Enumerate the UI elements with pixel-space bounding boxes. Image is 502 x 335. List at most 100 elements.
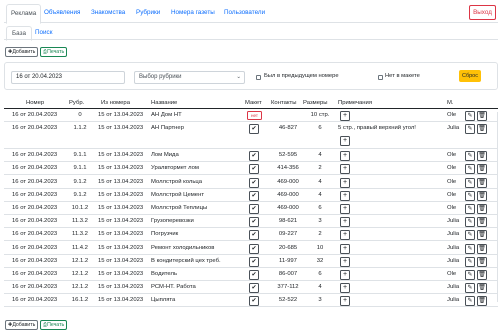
cell-name: Погрузчик [151, 231, 179, 238]
layout-checkbox[interactable]: ✔ [249, 230, 259, 241]
edit-icon[interactable]: ✎ [465, 283, 475, 294]
cell-contacts [272, 109, 304, 122]
add-button-top[interactable]: ✚Добавить [5, 47, 39, 57]
edit-icon[interactable]: ✎ [465, 190, 475, 201]
trash-icon[interactable]: 🗑 [477, 230, 487, 241]
trash-icon[interactable]: 🗑 [477, 243, 487, 254]
add-note-button[interactable]: + [340, 204, 350, 214]
add-note-button[interactable]: + [340, 230, 350, 241]
edit-icon[interactable]: ✎ [465, 270, 475, 280]
add-note-button[interactable]: + [340, 296, 350, 307]
table-row: 16 от 20.04.2023 9.1.2 15 от 13.04.2023 Мол… [4, 189, 498, 202]
add-note-button[interactable]: + [340, 164, 350, 175]
edit-icon[interactable]: ✎ [465, 256, 475, 267]
layout-checkbox[interactable]: ✔ [249, 151, 259, 162]
cell-from-issue: 15 от 13.04.2023 [98, 297, 144, 304]
layout-checkbox[interactable]: ✔ [249, 243, 259, 254]
no-layout-checkbox[interactable] [378, 75, 383, 80]
layout-checkbox[interactable]: ✔ [249, 164, 259, 175]
layout-checkbox[interactable]: ✔ [249, 204, 259, 214]
issue-filter-input[interactable]: 16 от 20.04.2023 [11, 71, 125, 84]
edit-icon[interactable]: ✎ [465, 217, 475, 228]
trash-icon[interactable]: 🗑 [477, 217, 487, 228]
tab-announcements[interactable]: Объявления [40, 4, 84, 23]
cell-from-issue: 15 от 13.04.2023 [98, 231, 144, 238]
add-note-button[interactable]: + [340, 151, 350, 162]
cell-name: Цыплята [151, 297, 176, 304]
edit-icon[interactable]: ✎ [465, 230, 475, 241]
prev-issue-checkbox[interactable] [256, 75, 261, 80]
layout-checkbox[interactable]: ✔ [249, 283, 259, 294]
prev-issue-label: Был в предыдущем номере [264, 73, 339, 79]
trash-icon[interactable]: 🗑 [477, 204, 487, 214]
print-button-bottom[interactable]: ⎙Печать [40, 320, 68, 330]
trash-icon[interactable]: 🗑 [477, 177, 487, 188]
subtab-search[interactable]: Поиск [30, 26, 57, 40]
tab-ads[interactable]: Реклама [6, 4, 42, 24]
layout-checkbox[interactable]: ✔ [249, 217, 259, 228]
cell-rubric: 9.1.1 [73, 165, 87, 172]
cell-rubric: 0 [78, 112, 82, 118]
trash-icon[interactable]: 🗑 [477, 270, 487, 280]
cell-from-issue: 15 от 13.04.2023 [98, 112, 144, 118]
cell-contacts: 377-112 [277, 284, 299, 291]
print-button-top[interactable]: ⎙Печать [40, 47, 68, 57]
trash-icon[interactable]: 🗑 [477, 124, 487, 135]
layout-checkbox[interactable]: ✔ [249, 124, 259, 135]
trash-icon[interactable]: 🗑 [477, 111, 487, 121]
tab-users[interactable]: Пользователи [220, 4, 269, 23]
trash-icon[interactable]: 🗑 [477, 256, 487, 267]
layout-checkbox[interactable]: ✔ [249, 256, 259, 267]
layout-checkbox[interactable]: ✔ [249, 177, 259, 188]
add-note-button[interactable]: + [340, 136, 350, 147]
edit-icon[interactable]: ✎ [465, 124, 475, 135]
cell-from-issue: 15 от 13.04.2023 [98, 284, 144, 291]
cell-contacts: 86-007 [278, 271, 298, 277]
cell-rubric: 12.1.2 [71, 271, 89, 277]
layout-checkbox[interactable]: ✔ [249, 270, 259, 280]
trash-icon[interactable]: 🗑 [477, 164, 487, 175]
edit-icon[interactable]: ✎ [465, 111, 475, 121]
cell-issue-number: 16 от 20.04.2023 [12, 125, 58, 132]
cell-manager: Julia [447, 297, 460, 304]
add-note-button[interactable]: + [340, 243, 350, 254]
edit-icon[interactable]: ✎ [465, 243, 475, 254]
tab-rubrics[interactable]: Рубрики [132, 4, 164, 23]
edit-icon[interactable]: ✎ [465, 164, 475, 175]
add-note-button[interactable]: + [340, 256, 350, 267]
cell-name: Уралвтормет лом [151, 165, 199, 172]
cell-manager: Julia [447, 284, 460, 291]
add-note-button[interactable]: + [340, 283, 350, 294]
trash-icon[interactable]: 🗑 [477, 190, 487, 201]
cell-issue-number: 16 от 20.04.2023 [12, 297, 58, 304]
subtab-base[interactable]: База [6, 26, 32, 41]
cell-contacts: 46-827 [278, 125, 298, 132]
add-button-bottom[interactable]: ✚Добавить [5, 320, 39, 330]
table-row: 16 от 20.04.2023 9.1.1 15 от 13.04.2023 Ура… [4, 162, 498, 176]
add-note-button[interactable]: + [340, 177, 350, 188]
cell-issue-number: 16 от 20.04.2023 [12, 152, 58, 159]
edit-icon[interactable]: ✎ [465, 151, 475, 162]
trash-icon[interactable]: 🗑 [477, 296, 487, 307]
add-note-button[interactable]: + [340, 217, 350, 228]
cell-contacts: 98-621 [278, 218, 298, 225]
tab-dating[interactable]: Знакомства [87, 4, 129, 23]
cell-size: 4 [318, 284, 322, 291]
exit-button[interactable]: Выход [469, 5, 496, 20]
layout-missing-badge[interactable]: нет [247, 111, 262, 120]
add-note-button[interactable]: + [340, 190, 350, 201]
edit-icon[interactable]: ✎ [465, 204, 475, 214]
add-note-button[interactable]: + [340, 270, 350, 280]
top-nav: Реклама Объявления Знакомства Рубрики Но… [4, 4, 498, 24]
rubric-select[interactable]: Выбор рубрики ⌄ [134, 71, 245, 84]
edit-icon[interactable]: ✎ [465, 296, 475, 307]
layout-checkbox[interactable]: ✔ [249, 296, 259, 307]
trash-icon[interactable]: 🗑 [477, 151, 487, 162]
cell-manager: Julia [447, 257, 460, 264]
trash-icon[interactable]: 🗑 [477, 283, 487, 294]
add-note-button[interactable]: + [340, 111, 350, 121]
reset-button[interactable]: Сброс [459, 70, 481, 82]
edit-icon[interactable]: ✎ [465, 177, 475, 188]
tab-issues[interactable]: Номера газеты [167, 4, 219, 23]
layout-checkbox[interactable]: ✔ [249, 190, 259, 201]
